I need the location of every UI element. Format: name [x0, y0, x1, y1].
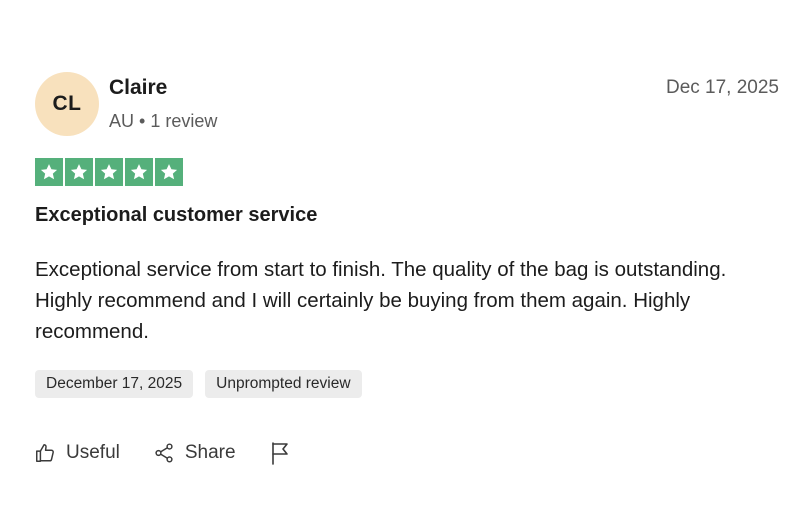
reviewer-review-count: 1 review	[150, 111, 218, 131]
report-button[interactable]	[269, 441, 291, 465]
useful-label: Useful	[66, 442, 120, 463]
star-icon	[155, 158, 183, 186]
star-icon	[95, 158, 123, 186]
review-title[interactable]: Exceptional customer service	[35, 204, 317, 227]
avatar[interactable]: CL	[35, 72, 99, 136]
unprompted-review-tag[interactable]: Unprompted review	[205, 370, 362, 398]
reviewer-name[interactable]: Claire	[109, 76, 167, 100]
thumbs-up-icon	[34, 442, 56, 464]
reviewer-meta: AU • 1 review	[109, 111, 217, 132]
share-button[interactable]: Share	[153, 442, 236, 464]
share-label: Share	[184, 442, 236, 463]
review-actions: Useful Share	[34, 441, 291, 465]
useful-button[interactable]: Useful	[34, 442, 120, 464]
meta-separator: •	[139, 111, 146, 131]
review-date: Dec 17, 2025	[665, 77, 779, 98]
star-icon	[35, 158, 63, 186]
flag-icon	[269, 441, 291, 465]
reviewer-country: AU	[109, 111, 135, 131]
review-card: CL Claire AU • 1 review Dec 17, 2025 Exc…	[0, 0, 800, 505]
star-rating	[35, 158, 183, 186]
share-icon	[153, 442, 175, 464]
star-icon	[65, 158, 93, 186]
star-icon	[125, 158, 153, 186]
review-tags: December 17, 2025 Unprompted review	[35, 370, 362, 398]
experience-date-tag: December 17, 2025	[35, 370, 194, 398]
review-body: Exceptional service from start to finish…	[35, 258, 727, 343]
avatar-initials: CL	[52, 92, 82, 115]
